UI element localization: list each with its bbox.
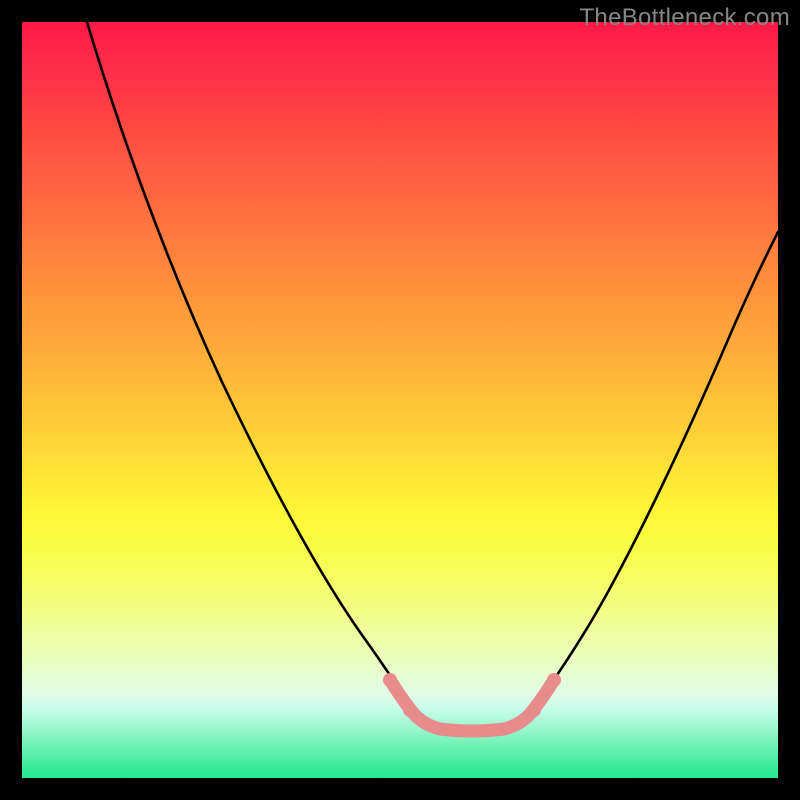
plot-area bbox=[22, 22, 778, 778]
accent-marker bbox=[547, 673, 561, 687]
chart-frame: TheBottleneck.com bbox=[0, 0, 800, 800]
curve-left-branch bbox=[87, 22, 422, 722]
accent-marker bbox=[527, 703, 541, 717]
accent-marker bbox=[403, 703, 417, 717]
accent-marker bbox=[383, 673, 397, 687]
curve-right-branch bbox=[522, 232, 778, 722]
watermark-text: TheBottleneck.com bbox=[579, 4, 790, 32]
curves-svg bbox=[22, 22, 778, 778]
